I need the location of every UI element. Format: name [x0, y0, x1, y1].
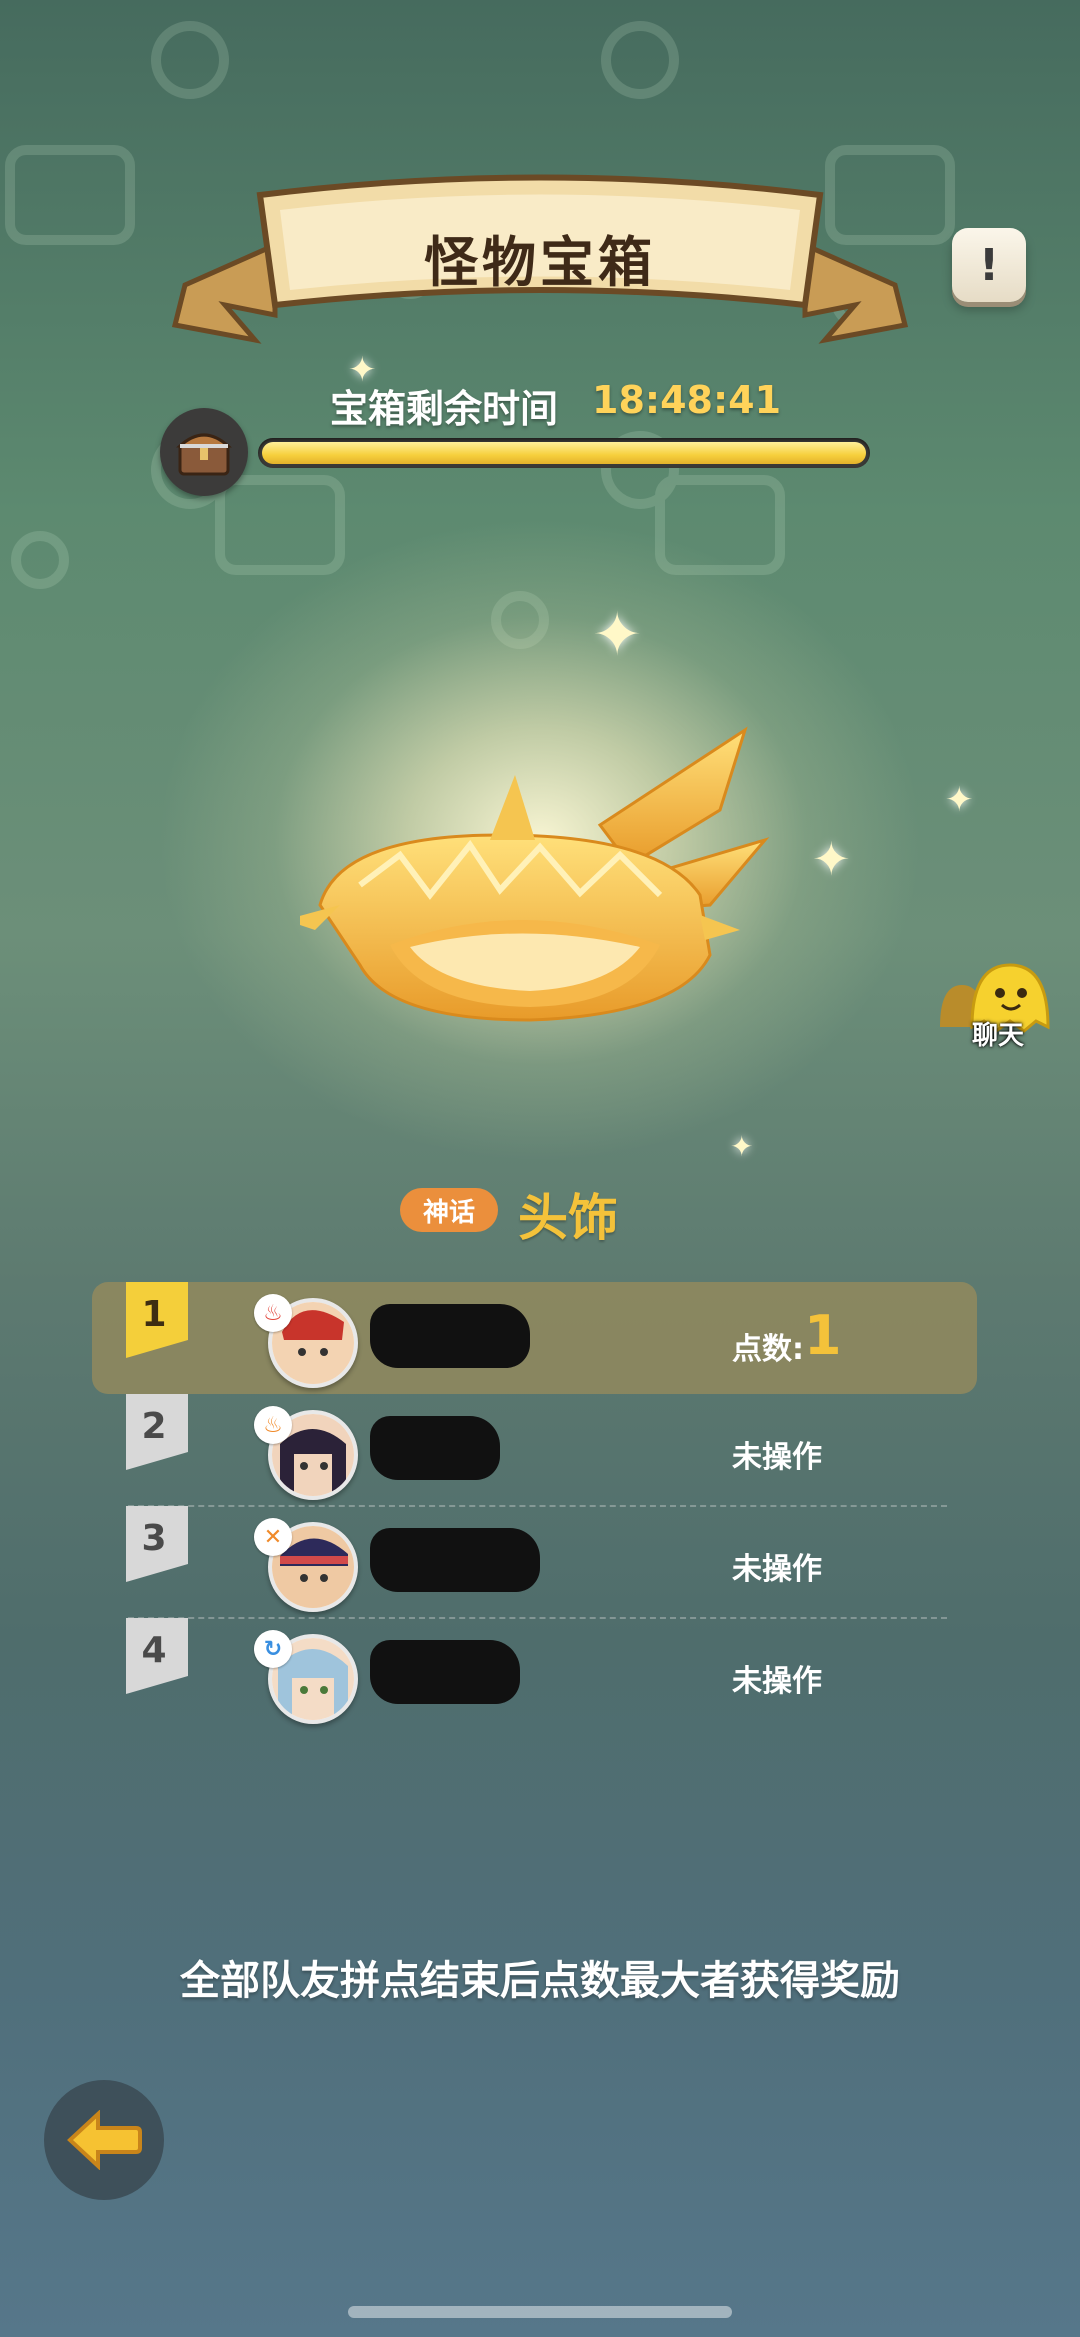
- timer-value: 18:48:41: [592, 378, 782, 422]
- sparkle-icon: ✦: [945, 780, 974, 820]
- player-row: 3 ✕ 未操作: [92, 1506, 977, 1619]
- rank-number: 3: [141, 1518, 167, 1559]
- element-badge-icon: ↻: [254, 1630, 292, 1668]
- sparkle-icon: ✦: [348, 350, 377, 390]
- home-indicator[interactable]: [348, 2306, 732, 2318]
- player-row: 2 ♨ 未操作: [92, 1394, 977, 1507]
- element-badge-icon: ♨: [254, 1294, 292, 1332]
- rarity-badge: 神话: [400, 1188, 498, 1232]
- info-button[interactable]: !: [952, 228, 1026, 302]
- rank-number: 4: [141, 1630, 167, 1671]
- treasure-chest-icon: [160, 408, 248, 496]
- player-status: 未操作: [732, 1552, 822, 1587]
- item-name: 头饰: [518, 1189, 618, 1247]
- player-name-redacted: [370, 1304, 530, 1368]
- player-name-redacted: [370, 1640, 520, 1704]
- element-badge-icon: ✕: [254, 1518, 292, 1556]
- player-status: 未操作: [732, 1440, 822, 1475]
- page-title: 怪物宝箱: [424, 231, 656, 294]
- back-button[interactable]: [44, 2080, 164, 2200]
- element-badge-icon: ♨: [254, 1406, 292, 1444]
- back-arrow-icon: [67, 2110, 142, 2170]
- score-label: 点数:: [732, 1332, 804, 1367]
- timer-progress-fill: [262, 442, 866, 464]
- rank-number: 1: [141, 1294, 167, 1335]
- timer-progress-bar: [258, 438, 870, 468]
- player-status: 未操作: [732, 1664, 822, 1699]
- chat-label: 聊天: [971, 1021, 1024, 1051]
- sparkle-icon: ✦: [730, 1130, 754, 1163]
- player-row: 1 ♨ 点数: 1: [92, 1282, 977, 1394]
- reward-rule-text: 全部队友拼点结束后点数最大者获得奖励: [180, 1958, 900, 2004]
- player-name-redacted: [370, 1528, 540, 1592]
- score-value: 1: [804, 1304, 842, 1367]
- sparkle-icon: ✦: [592, 600, 643, 670]
- player-row: 4 ↻ 未操作: [92, 1618, 977, 1730]
- rank-number: 2: [141, 1406, 167, 1447]
- player-name-redacted: [370, 1416, 500, 1480]
- golden-crown-icon: [300, 726, 770, 1022]
- sparkle-icon: ✦: [812, 832, 851, 886]
